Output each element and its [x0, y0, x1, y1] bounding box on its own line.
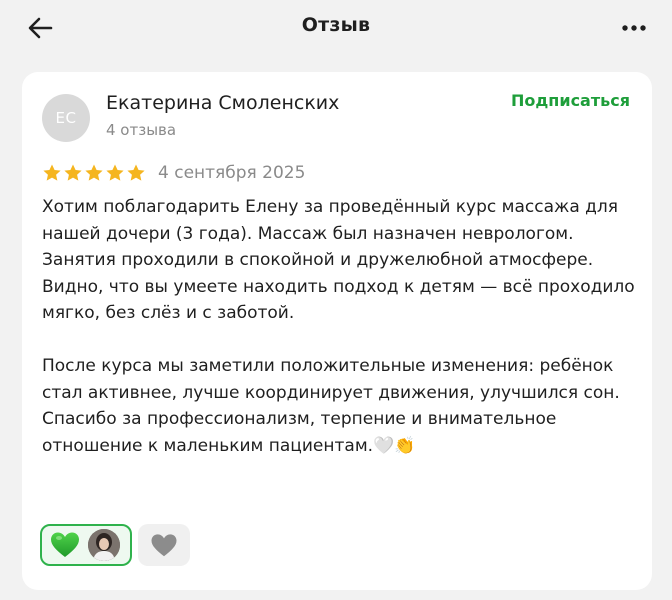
green-heart-icon: [51, 532, 79, 557]
subscribe-button[interactable]: Подписаться: [511, 91, 630, 110]
more-horizontal-icon: [622, 25, 646, 31]
page-title: Отзыв: [301, 14, 371, 36]
reactions-bar: [40, 524, 190, 566]
author-reviews-count: 4 отзыва: [106, 121, 177, 139]
star-rating: [42, 163, 146, 183]
grey-heart-icon: [151, 533, 177, 556]
more-button[interactable]: [616, 12, 652, 44]
heart-reaction-button[interactable]: [138, 524, 190, 566]
star-icon: [127, 164, 145, 181]
star-icon: [64, 164, 82, 181]
person-photo-icon: [88, 529, 120, 561]
green-heart-reaction-button[interactable]: [40, 524, 132, 566]
author-initials: ЕС: [55, 109, 77, 127]
author-name[interactable]: Екатерина Смоленских: [106, 92, 339, 114]
header: Отзыв: [0, 0, 672, 56]
review-date: 4 сентября 2025: [158, 163, 306, 183]
review-text: Хотим поблагодарить Елену за проведённый…: [42, 197, 635, 456]
author-avatar[interactable]: ЕС: [42, 94, 90, 142]
review-screen: Отзыв ЕС Екатерина Смоленских 4 отзыва П…: [0, 0, 672, 600]
reactor-avatar: [88, 529, 120, 561]
star-icon: [85, 164, 103, 181]
rating-row: 4 сентября 2025: [42, 160, 305, 186]
star-icon: [106, 164, 124, 181]
review-card: ЕС Екатерина Смоленских 4 отзыва Подписа…: [22, 72, 652, 590]
star-icon: [43, 164, 61, 181]
